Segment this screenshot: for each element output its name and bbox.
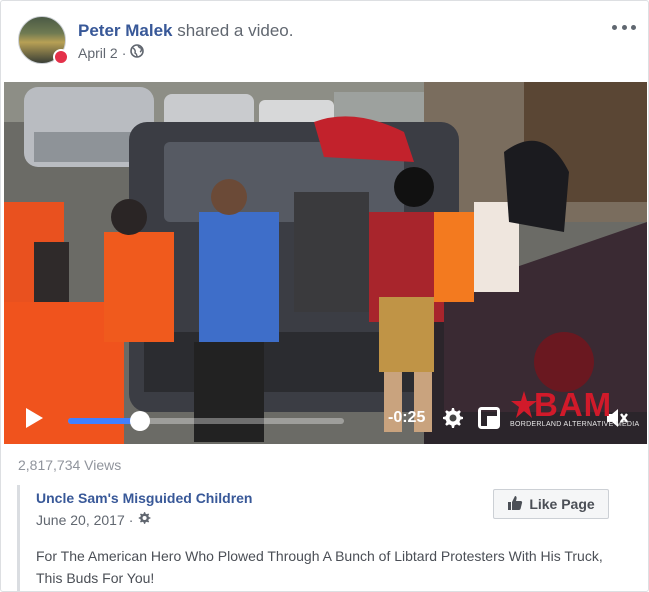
settings-gear-icon[interactable] bbox=[440, 406, 464, 430]
play-icon[interactable] bbox=[24, 407, 44, 429]
author-name-link[interactable]: Peter Malek bbox=[78, 21, 173, 40]
thumbs-up-icon bbox=[507, 495, 523, 514]
watermark-title: BAM bbox=[534, 386, 613, 423]
more-options-icon[interactable] bbox=[612, 19, 636, 35]
action-text: shared a video. bbox=[172, 21, 294, 40]
scrubber-handle[interactable] bbox=[129, 411, 150, 431]
video-player[interactable]: -0:25 BAM BORDERLAND ALTERNATIVE MEDIA bbox=[4, 82, 647, 444]
globe-icon bbox=[130, 44, 145, 61]
shared-page-name-link[interactable]: Uncle Sam's Misguided Children bbox=[36, 490, 252, 506]
like-page-button[interactable]: Like Page bbox=[493, 489, 609, 519]
post-date-link[interactable]: April 2 bbox=[78, 45, 118, 61]
shared-page-meta: June 20, 2017 · bbox=[36, 511, 151, 528]
like-page-label: Like Page bbox=[529, 496, 595, 512]
shared-page-date-link[interactable]: June 20, 2017 bbox=[36, 512, 125, 528]
meta-separator: · bbox=[121, 44, 127, 61]
picture-in-picture-icon[interactable] bbox=[478, 407, 500, 429]
post-description: For The American Hero Who Plowed Through… bbox=[36, 548, 603, 586]
status-dot bbox=[53, 49, 69, 65]
post-meta: April 2 · bbox=[78, 44, 145, 61]
view-count: 2,817,734 Views bbox=[18, 457, 122, 473]
watermark-subtitle: BORDERLAND ALTERNATIVE MEDIA bbox=[510, 421, 640, 428]
meta-separator: · bbox=[128, 511, 134, 528]
shared-page-attachment: Uncle Sam's Misguided Children June 20, … bbox=[17, 485, 629, 591]
gear-icon bbox=[137, 511, 151, 528]
progress-fill bbox=[68, 418, 140, 424]
bam-watermark-logo: BAM BORDERLAND ALTERNATIVE MEDIA bbox=[510, 386, 639, 430]
post-card: Peter Malek shared a video. April 2 · -0… bbox=[0, 0, 649, 592]
time-remaining: -0:25 bbox=[388, 409, 426, 426]
progress-bar[interactable] bbox=[68, 411, 344, 431]
author-line: Peter Malek shared a video. bbox=[78, 21, 293, 41]
post-header: Peter Malek shared a video. April 2 · bbox=[1, 1, 648, 81]
